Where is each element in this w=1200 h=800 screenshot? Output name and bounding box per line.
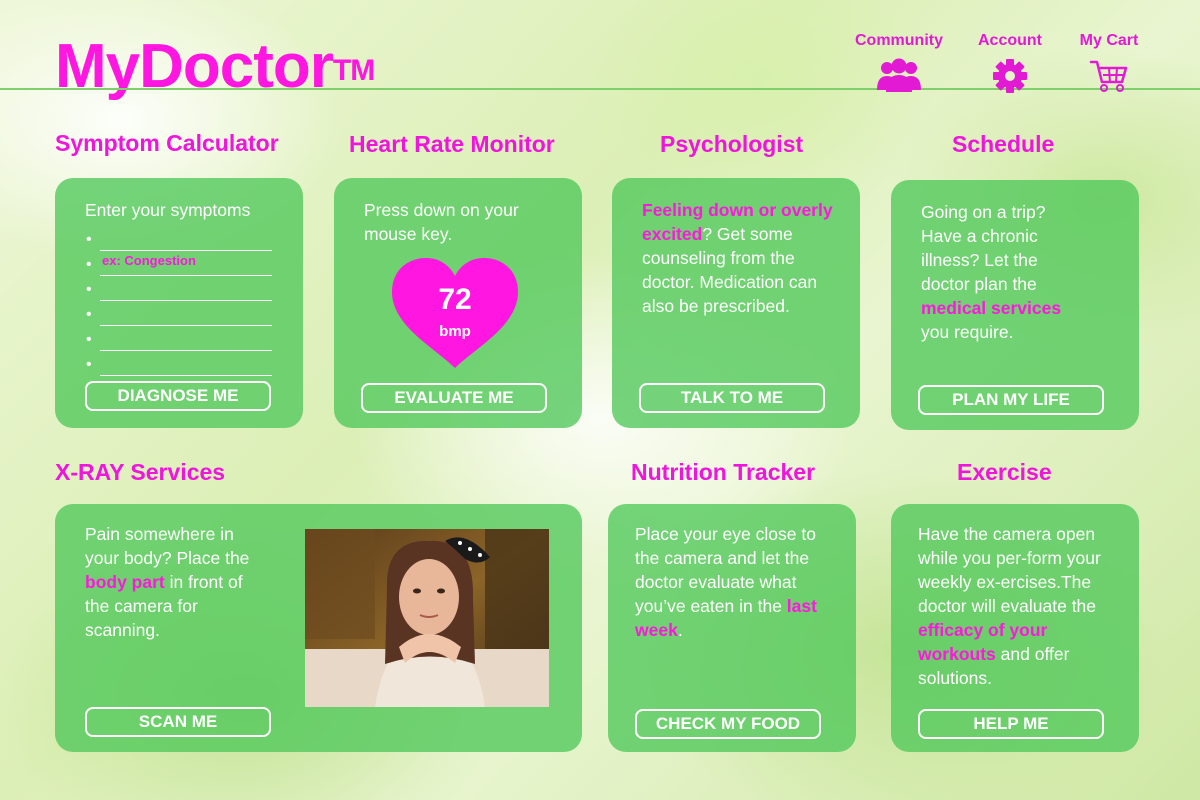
- nutrition-tracker-title: Nutrition Tracker: [631, 459, 816, 485]
- app-logo[interactable]: MyDoctorTM: [55, 32, 375, 102]
- evaluate-me-button[interactable]: EVALUATE ME: [361, 383, 547, 413]
- schedule-title: Schedule: [952, 131, 1055, 157]
- nutrition-card: Place your eye close to the camera and l…: [608, 504, 856, 752]
- schedule-card: Going on a trip? Have a chronic illness?…: [891, 180, 1139, 430]
- symptom-field[interactable]: [86, 226, 272, 252]
- xray-highlight: body part: [85, 572, 165, 592]
- exercise-description: Have the camera open while you per-form …: [918, 522, 1123, 690]
- heart-rate-value: 72: [438, 283, 472, 316]
- psychologist-card: Feeling down or overly excited? Get some…: [612, 178, 860, 428]
- nav-community-label: Community: [855, 32, 943, 49]
- talk-to-me-button[interactable]: TALK TO ME: [639, 383, 825, 413]
- scan-me-button[interactable]: SCAN ME: [85, 707, 271, 737]
- heart-rate-card: Press down on your mouse key. 72 bmp EVA…: [334, 178, 582, 428]
- symptom-prompt: Enter your symptoms: [85, 200, 251, 220]
- schedule-text-end: you require.: [921, 322, 1014, 342]
- cart-icon: [1089, 60, 1128, 92]
- logo-text: MyDoctor: [55, 32, 334, 101]
- camera-preview-image: [305, 529, 549, 707]
- schedule-text: Going on a trip? Have a chronic illness?…: [921, 202, 1046, 294]
- plan-my-life-button[interactable]: PLAN MY LIFE: [918, 385, 1104, 415]
- diagnose-me-button[interactable]: DIAGNOSE ME: [85, 381, 271, 411]
- symptom-field[interactable]: [86, 276, 272, 302]
- nav-my-cart[interactable]: My Cart: [1074, 32, 1144, 94]
- psychologist-title: Psychologist: [660, 131, 804, 157]
- community-icon: [877, 58, 921, 92]
- nav-cart-label: My Cart: [1079, 32, 1139, 49]
- schedule-highlight: medical services: [921, 298, 1062, 318]
- xray-description: Pain somewhere in your body? Place the b…: [85, 522, 265, 642]
- symptom-field[interactable]: [86, 301, 272, 327]
- symptom-field[interactable]: [86, 326, 272, 352]
- nav-community[interactable]: Community: [853, 32, 945, 94]
- xray-services-title: X-RAY Services: [55, 459, 226, 485]
- symptom-placeholder: ex: Congestion: [102, 253, 196, 268]
- schedule-description: Going on a trip? Have a chronic illness?…: [921, 200, 1091, 344]
- symptom-field[interactable]: ex: Congestion: [86, 251, 272, 277]
- heart-rate-unit: bmp: [439, 323, 471, 340]
- symptom-calculator-title: Symptom Calculator: [55, 130, 279, 156]
- check-my-food-button[interactable]: CHECK MY FOOD: [635, 709, 821, 739]
- heart-rate-monitor-title: Heart Rate Monitor: [349, 131, 555, 157]
- help-me-button[interactable]: HELP ME: [918, 709, 1104, 739]
- nav-account-label: Account: [978, 32, 1042, 49]
- symptom-field[interactable]: [86, 351, 272, 377]
- gear-icon: [993, 59, 1027, 93]
- exercise-card: Have the camera open while you per-form …: [891, 504, 1139, 752]
- symptom-calculator-card: Enter your symptoms ex: Congestion DIAGN…: [55, 178, 303, 428]
- symptom-input-list: ex: Congestion: [86, 226, 272, 377]
- exercise-text: Have the camera open while you per-form …: [918, 524, 1101, 616]
- nav-account[interactable]: Account: [972, 32, 1048, 94]
- exercise-title: Exercise: [957, 459, 1052, 485]
- heart-instruction: Press down on your mouse key.: [364, 200, 519, 244]
- xray-text: Pain somewhere in your body? Place the: [85, 524, 250, 568]
- psychologist-description: Feeling down or overly excited? Get some…: [642, 198, 842, 318]
- heart-rate-display[interactable]: 72 bmp: [390, 256, 520, 371]
- nutrition-description: Place your eye close to the camera and l…: [635, 522, 845, 642]
- nutrition-text-end: .: [677, 620, 683, 640]
- trademark-mark: TM: [332, 54, 375, 87]
- xray-card: Pain somewhere in your body? Place the b…: [55, 504, 582, 752]
